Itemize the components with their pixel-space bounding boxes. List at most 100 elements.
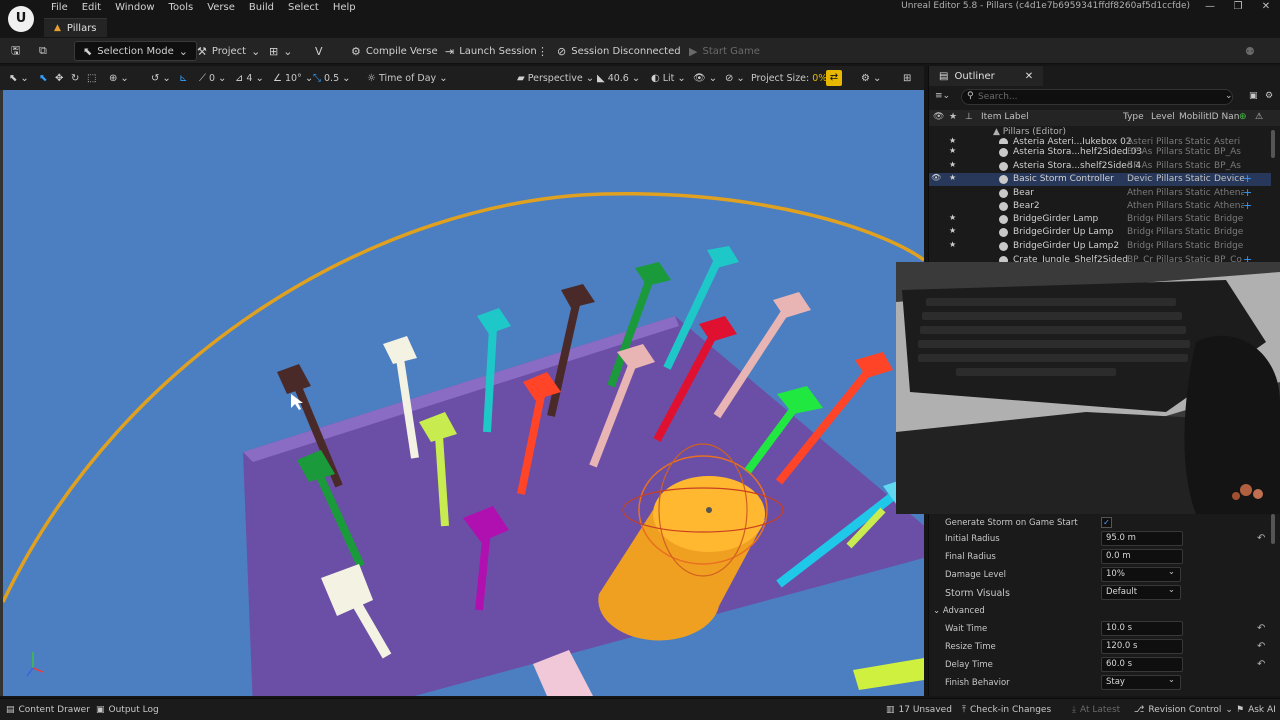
add-actor-button[interactable]: ⊞ ⌄ (264, 41, 297, 61)
menu-select[interactable]: Select (281, 0, 326, 16)
column-id-name[interactable]: ID Nan (1209, 112, 1239, 122)
rotation-snap-stepper[interactable]: ⟋ 0 ⌄ (196, 69, 229, 87)
storm-visuals-dropdown[interactable]: Default (1101, 584, 1181, 600)
menu-edit[interactable]: Edit (75, 0, 108, 16)
multiplayer-icon[interactable]: ⚉ (1240, 41, 1260, 61)
project-tab[interactable]: ▲ Pillars (44, 18, 107, 37)
content-browse-icon[interactable]: ⧉ (34, 41, 52, 61)
close-tab-icon[interactable]: ✕ (1025, 71, 1033, 82)
minimize-icon[interactable]: — (1196, 0, 1224, 16)
outliner-row[interactable]: ★ BridgeGirder Up Lamp Bridge Pillars St… (929, 226, 1271, 239)
output-log-button[interactable]: ▣ Output Log (96, 702, 159, 718)
finish-behavior-dropdown[interactable]: Stay (1101, 674, 1181, 690)
at-latest-button[interactable]: ⤓ At Latest (1072, 702, 1120, 718)
favorite-icon[interactable]: ★ (949, 112, 957, 122)
advanced-section[interactable]: ⌄ Advanced (929, 602, 1280, 620)
show-flags-icon[interactable]: 👁 ⌄ (690, 69, 720, 87)
initial-radius-field[interactable]: 95.0 m (1101, 531, 1183, 546)
rotate-tool-icon[interactable]: ↻ (68, 69, 82, 87)
outliner-row[interactable]: ★ Asteria Stora...shelf2Sided 4 BP As Pi… (929, 160, 1271, 173)
level-viewport[interactable] (0, 90, 924, 696)
checkin-button[interactable]: ⤒ Check-in Changes (962, 702, 1051, 718)
damage-level-dropdown[interactable]: 10% (1101, 566, 1181, 582)
add-icon[interactable]: + (1243, 254, 1252, 262)
compile-verse-button[interactable]: ⚙ Compile Verse (346, 41, 443, 61)
viewport-settings-icon[interactable]: ⚙ ⌄ (858, 69, 884, 87)
visibility-icon[interactable]: 👁 (933, 112, 944, 122)
outliner-row[interactable]: ★ Asteria Stora...helf2Sided 03 BP As Pi… (929, 146, 1271, 159)
outliner-row[interactable]: ★ BridgeGirder Up Lamp2 Bridge Pillars S… (929, 240, 1271, 253)
warning-icon[interactable]: ⇄ (826, 70, 842, 86)
generate-storm-checkbox[interactable]: ✓ (1101, 517, 1112, 528)
reset-icon[interactable]: ↶ (1257, 533, 1265, 544)
menu-tools[interactable]: Tools (162, 0, 201, 16)
grid-snap-toggle-icon[interactable]: ⊾ (176, 69, 190, 87)
fov-stepper[interactable]: ◣ 40.6 ⌄ (594, 69, 643, 87)
move-tool-icon[interactable]: ✥ (52, 69, 66, 87)
visibility-icon[interactable]: 👁 (931, 173, 941, 182)
scale-tool-icon[interactable]: ⬚ (84, 69, 99, 87)
unsaved-button[interactable]: ▥ 17 Unsaved (886, 702, 952, 718)
warning-column-icon[interactable]: ⚠ (1255, 112, 1263, 122)
close-icon[interactable]: ✕ (1252, 0, 1280, 16)
world-space-icon[interactable]: ⊕ ⌄ (106, 69, 132, 87)
select-tool-icon[interactable]: ⬉ (36, 69, 50, 87)
surface-snap-icon[interactable]: ↺ ⌄ (148, 69, 174, 87)
save-icon[interactable]: 🖫 (6, 41, 25, 61)
reset-icon[interactable]: ↶ (1257, 659, 1265, 670)
column-mobility[interactable]: Mobilit (1179, 112, 1209, 122)
outliner-row[interactable]: ★ Asteria Asteri...Jukebox 02 Asteri Pil… (929, 136, 1271, 144)
outliner-scrollbar[interactable] (1271, 130, 1275, 158)
add-icon[interactable]: + (1243, 186, 1252, 199)
add-column-icon[interactable]: ⊕ (1239, 112, 1247, 122)
verse-icon[interactable]: V (310, 41, 328, 61)
start-game-button[interactable]: ▶ Start Game (684, 41, 765, 61)
column-level[interactable]: Level (1151, 112, 1175, 122)
menu-file[interactable]: File (44, 0, 75, 16)
resize-time-field[interactable]: 120.0 s (1101, 639, 1183, 654)
layout-grid-icon[interactable]: ⊞ (900, 69, 914, 87)
unreal-logo-icon[interactable]: U (8, 6, 34, 32)
session-status-button[interactable]: ⊘ Session Disconnected (552, 41, 686, 61)
reset-icon[interactable]: ↶ (1257, 623, 1265, 634)
outliner-row[interactable]: Bear Athena Pillars Static Athena + (929, 186, 1271, 200)
revision-control-button[interactable]: ⎇ Revision Control ⌄ (1134, 702, 1233, 718)
outliner-search-input[interactable]: Search... (961, 89, 1233, 105)
outliner-row-selected[interactable]: 👁 ★ Basic Storm Controller Device Pillar… (929, 172, 1271, 186)
settings-icon[interactable]: ⚙ (1265, 91, 1273, 101)
filter-icon[interactable]: ≡⌄ (935, 91, 950, 101)
performance-icon[interactable]: ⊘ ⌄ (722, 69, 748, 87)
scale-snap-stepper[interactable]: ⤡ 0.5 ⌄ (310, 69, 354, 87)
details-scrollbar[interactable] (1271, 514, 1275, 544)
delay-time-field[interactable]: 60.0 s (1101, 657, 1183, 672)
outliner-row[interactable]: ★ BridgeGirder Lamp Bridge Pillars Stati… (929, 213, 1271, 226)
outliner-row[interactable]: Crate_Jungle_Shelf2Sided BP_Cr Pillars S… (929, 254, 1271, 262)
add-icon[interactable]: + (1243, 199, 1252, 212)
add-icon[interactable]: + (1243, 172, 1252, 185)
menu-help[interactable]: Help (326, 0, 363, 16)
wait-time-field[interactable]: 10.0 s (1101, 621, 1183, 636)
menu-verse[interactable]: Verse (200, 0, 242, 16)
more-options-icon[interactable]: ⋮ (532, 41, 553, 61)
outliner-row[interactable]: Bear2 Athena Pillars Static Athena + (929, 199, 1271, 213)
selection-mode-button[interactable]: ⬉ Selection Mode ⌄ (74, 41, 197, 61)
time-of-day-button[interactable]: ☼ Time of Day ⌄ (364, 69, 451, 87)
outliner-tab[interactable]: ▤ Outliner ✕ (929, 66, 1044, 86)
final-radius-field[interactable]: 0.0 m (1101, 549, 1183, 564)
perspective-button[interactable]: ▰ Perspective ⌄ (514, 69, 597, 87)
grid-snap-stepper[interactable]: ⊿ 4 ⌄ (232, 69, 267, 87)
launch-session-button[interactable]: ⇥ Launch Session (440, 41, 542, 61)
column-type[interactable]: Type (1123, 112, 1144, 122)
new-folder-icon[interactable]: ▣ (1249, 91, 1258, 101)
ask-ai-button[interactable]: ⚑ Ask AI (1236, 702, 1276, 718)
column-item-label[interactable]: Item Label (981, 112, 1029, 122)
project-button[interactable]: ⚒ Project ⌄ (192, 41, 265, 61)
pin-icon[interactable]: ⊥ (965, 112, 973, 122)
view-mode-button[interactable]: ◐ Lit ⌄ (648, 69, 689, 87)
reset-icon[interactable]: ↶ (1257, 641, 1265, 652)
menu-build[interactable]: Build (242, 0, 281, 16)
viewport-menu-icon[interactable]: ⬉ ⌄ (6, 69, 32, 87)
maximize-icon[interactable]: ❐ (1224, 0, 1252, 16)
chevron-down-icon[interactable]: ⌄ (1225, 91, 1233, 101)
menu-window[interactable]: Window (108, 0, 161, 16)
